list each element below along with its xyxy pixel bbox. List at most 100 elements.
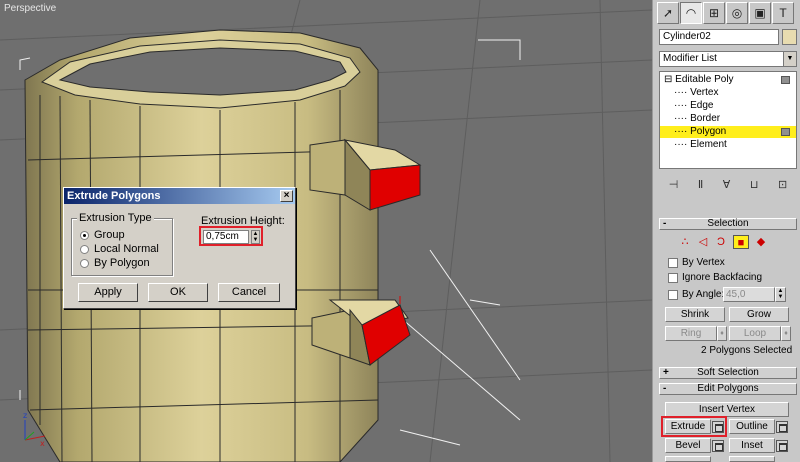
remove-modifier-icon[interactable]: ⊔ xyxy=(750,178,759,194)
object-name-field[interactable]: Cylinder02 xyxy=(659,29,779,45)
viewport-label[interactable]: Perspective xyxy=(4,3,56,14)
modifier-list-dropdown[interactable]: Modifier List ▼ xyxy=(659,51,797,67)
collapse-icon: - xyxy=(663,383,667,394)
configure-modifier-sets-icon[interactable]: ⊡ xyxy=(778,178,787,194)
rollout-title: Edit Polygons xyxy=(697,383,759,394)
inset-button[interactable]: Inset xyxy=(729,438,775,453)
svg-text:z: z xyxy=(23,411,27,420)
modifier-toggle-icon[interactable] xyxy=(781,128,790,136)
tree-line-icon: ···· xyxy=(674,87,688,98)
stack-item-element[interactable]: ···· Element xyxy=(660,139,796,151)
radio-by-polygon-option[interactable]: By Polygon xyxy=(80,257,150,269)
bevel-button[interactable]: Bevel xyxy=(665,438,711,453)
stack-item-label: Editable Poly xyxy=(675,74,734,85)
pin-stack-icon[interactable]: ⊣ xyxy=(669,178,679,194)
dialog-titlebar[interactable]: Extrude Polygons × xyxy=(64,188,295,204)
stack-item-label: Border xyxy=(690,113,721,124)
display-tab-icon[interactable]: ▣ xyxy=(749,2,771,24)
extrude-polygons-dialog: Extrude Polygons × Extrusion Type Group … xyxy=(63,187,296,309)
selection-status: 2 Polygons Selected xyxy=(701,345,793,356)
extrusion-height-highlight: 0,75cm ▲ ▼ xyxy=(199,226,263,246)
edit-polygons-rollout-header[interactable]: - Edit Polygons xyxy=(659,383,797,395)
grow-button[interactable]: Grow xyxy=(729,307,789,322)
radio-button-icon[interactable] xyxy=(80,258,89,268)
extrusion-type-label: Extrusion Type xyxy=(77,212,154,224)
chevron-down-icon[interactable]: ▼ xyxy=(783,52,796,66)
checkbox-icon[interactable] xyxy=(668,257,678,268)
object-color-swatch[interactable] xyxy=(782,29,797,45)
rollout-title: Selection xyxy=(707,218,749,229)
spinner-icon[interactable]: ▲ ▼ xyxy=(251,230,260,244)
stack-item-polygon[interactable]: ···· Polygon xyxy=(660,126,796,138)
svg-text:x: x xyxy=(40,439,45,448)
shrink-button[interactable]: Shrink xyxy=(665,307,725,322)
selection-rollout-header[interactable]: - Selection xyxy=(659,218,797,230)
stack-toolbar: ⊣ Ⅱ ∀ ⊔ ⊡ xyxy=(659,178,797,194)
checkbox-label: By Angle: xyxy=(682,289,725,300)
checkbox-icon[interactable] xyxy=(668,289,678,300)
edge-mode-icon[interactable]: ◁ xyxy=(695,235,711,249)
angle-threshold-field[interactable]: 45,0 xyxy=(723,287,775,302)
outline-settings-icon[interactable] xyxy=(776,421,788,433)
perspective-viewport[interactable]: z x Perspective Extrude Polygons × Extru… xyxy=(0,0,652,462)
modifier-list-label: Modifier List xyxy=(663,53,717,64)
by-vertex-checkbox-row[interactable]: By Vertex xyxy=(668,257,725,268)
inset-settings-icon[interactable] xyxy=(776,440,788,452)
loop-spinner-icon[interactable]: ♦ xyxy=(781,326,791,341)
motion-tab-icon[interactable]: ◎ xyxy=(726,2,748,24)
outline-button[interactable]: Outline xyxy=(729,419,775,434)
extrude-button[interactable]: Extrude xyxy=(665,419,711,434)
panel-tabs: ➚ ◠ ⊞ ◎ ▣ T xyxy=(657,2,794,24)
soft-selection-rollout-header[interactable]: + Soft Selection xyxy=(659,367,797,379)
stack-item-edge[interactable]: ···· Edge xyxy=(660,100,796,112)
cancel-button[interactable]: Cancel xyxy=(218,283,280,302)
utilities-tab-hammer-icon[interactable]: T xyxy=(772,2,794,24)
apply-button[interactable]: Apply xyxy=(78,283,138,302)
tree-line-icon: ···· xyxy=(674,113,688,124)
bevel-settings-icon[interactable] xyxy=(712,440,724,452)
stack-item-label: Vertex xyxy=(690,87,719,98)
modifier-toggle-icon[interactable] xyxy=(781,76,790,84)
make-unique-icon[interactable]: ∀ xyxy=(723,178,731,194)
expand-icon: + xyxy=(663,367,669,378)
next-row-button-partial[interactable] xyxy=(665,456,711,462)
stack-item-vertex[interactable]: ···· Vertex xyxy=(660,87,796,99)
stack-item-label: Edge xyxy=(690,100,714,111)
stack-item-editable-poly[interactable]: ⊟ Editable Poly xyxy=(660,74,796,86)
polygon-mode-icon[interactable]: ■ xyxy=(733,235,749,249)
collapse-icon: - xyxy=(663,218,667,229)
radio-group-option[interactable]: Group xyxy=(80,229,125,241)
rollout-title: Soft Selection xyxy=(697,367,759,378)
close-icon[interactable]: × xyxy=(280,190,293,202)
command-panel: ➚ ◠ ⊞ ◎ ▣ T Cylinder02 Modifier List ▼ ⊟… xyxy=(652,0,800,462)
show-end-result-icon[interactable]: Ⅱ xyxy=(698,178,703,194)
ring-spinner-icon[interactable]: ♦ xyxy=(717,326,727,341)
radio-button-icon[interactable] xyxy=(80,230,89,240)
extrusion-height-input[interactable]: 0,75cm xyxy=(203,230,249,244)
ring-button[interactable]: Ring xyxy=(665,326,717,341)
vertex-mode-icon[interactable]: ∴ xyxy=(677,235,693,249)
loop-button[interactable]: Loop xyxy=(729,326,781,341)
extrude-settings-icon[interactable] xyxy=(712,421,724,433)
by-angle-checkbox-row[interactable]: By Angle: xyxy=(668,289,724,300)
stack-item-label: Polygon xyxy=(690,126,727,137)
insert-vertex-button[interactable]: Insert Vertex xyxy=(665,402,789,417)
stack-item-label: Element xyxy=(690,139,727,150)
hierarchy-tab-icon[interactable]: ⊞ xyxy=(703,2,725,24)
extrusion-type-group: Extrusion Type Group Local Normal By Pol… xyxy=(71,212,173,276)
tree-line-icon: ···· xyxy=(674,100,688,111)
create-tab-cursor-icon[interactable]: ➚ xyxy=(657,2,679,24)
ignore-backfacing-checkbox-row[interactable]: Ignore Backfacing xyxy=(668,272,762,283)
border-mode-icon[interactable]: Ɔ xyxy=(713,235,729,249)
checkbox-icon[interactable] xyxy=(668,272,678,283)
next-row-button-partial[interactable] xyxy=(729,456,775,462)
spinner-icon[interactable]: ▲ ▼ xyxy=(775,287,786,302)
ok-button[interactable]: OK xyxy=(148,283,208,302)
stack-item-border[interactable]: ···· Border xyxy=(660,113,796,125)
modify-tab-arc-icon[interactable]: ◠ xyxy=(680,2,702,24)
radio-button-icon[interactable] xyxy=(80,244,89,254)
minus-box-icon[interactable]: ⊟ xyxy=(664,74,672,85)
element-mode-icon[interactable]: ◆ xyxy=(753,235,769,249)
radio-local-normal-option[interactable]: Local Normal xyxy=(80,243,159,255)
modifier-stack: ⊟ Editable Poly ···· Vertex ···· Edge ··… xyxy=(659,71,797,169)
